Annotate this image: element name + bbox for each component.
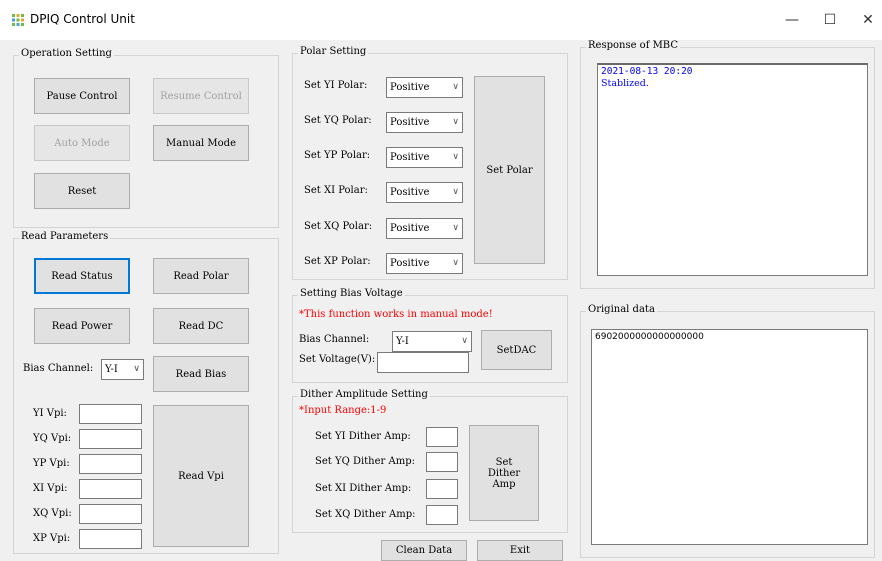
bias-channel-label: Bias Channel: [23, 363, 94, 374]
yp-polar-select[interactable]: Positive ∨ [386, 147, 463, 168]
auto-mode-button[interactable]: Auto Mode [34, 125, 130, 161]
yq-dither-amp-field[interactable] [426, 452, 458, 472]
xq-polar-value: Positive [390, 223, 430, 234]
response-message: Stablized. [601, 78, 649, 89]
set-voltage-field[interactable] [377, 352, 469, 373]
vpi-label-xi: XI Vpi: [33, 483, 68, 494]
manual-mode-button[interactable]: Manual Mode [153, 125, 249, 161]
yi-polar-value: Positive [390, 82, 430, 93]
yq-polar-value: Positive [390, 117, 430, 128]
read-parameters-title: Read Parameters [19, 231, 111, 242]
original-data-textarea[interactable]: 6902000000000000000 [591, 329, 868, 545]
read-bias-button[interactable]: Read Bias [153, 356, 249, 392]
app-icon [12, 14, 24, 26]
polar-label-xi: Set XI Polar: [304, 185, 368, 196]
chevron-down-icon: ∨ [452, 223, 459, 233]
vpi-label-yp: YP Vpi: [33, 458, 70, 469]
chevron-down-icon: ∨ [461, 336, 468, 346]
chevron-down-icon: ∨ [452, 258, 459, 268]
maximize-icon[interactable]: ☐ [820, 10, 840, 30]
xq-vpi-field[interactable] [79, 504, 142, 524]
chevron-down-icon: ∨ [452, 117, 459, 127]
set-voltage-label: Set Voltage(V): [299, 354, 376, 365]
xi-vpi-field[interactable] [79, 479, 142, 499]
set-polar-button[interactable]: Set Polar [474, 76, 545, 264]
yp-vpi-field[interactable] [79, 454, 142, 474]
read-bias-channel-select[interactable]: Y-I ∨ [101, 359, 144, 380]
original-data-title: Original data [586, 304, 657, 315]
bias-channel-value: Y-I [396, 336, 409, 347]
chevron-down-icon: ∨ [452, 152, 459, 162]
read-dc-button[interactable]: Read DC [153, 308, 249, 344]
dither-label-yi: Set YI Dither Amp: [315, 431, 411, 442]
bias-channel-label: Bias Channel: [299, 334, 370, 345]
title-bar: DPIQ Control Unit — ☐ ✕ [0, 0, 882, 40]
operation-setting-title: Operation Setting [19, 48, 114, 59]
xq-polar-select[interactable]: Positive ∨ [386, 218, 463, 239]
pause-control-button[interactable]: Pause Control [34, 78, 130, 114]
read-vpi-button[interactable]: Read Vpi [153, 405, 249, 547]
response-title: Response of MBC [586, 40, 680, 51]
chevron-down-icon: ∨ [452, 187, 459, 197]
bias-channel-select[interactable]: Y-I ∨ [392, 331, 472, 352]
exit-button[interactable]: Exit [477, 540, 563, 561]
dither-range-note: *Input Range:1-9 [299, 405, 387, 416]
polar-label-yq: Set YQ Polar: [304, 115, 372, 126]
clean-data-button[interactable]: Clean Data [381, 540, 467, 561]
original-data-value: 6902000000000000000 [595, 332, 704, 342]
window-title: DPIQ Control Unit [30, 12, 135, 26]
response-timestamp: 2021-08-13 20:20 [601, 66, 693, 77]
chevron-down-icon: ∨ [452, 82, 459, 92]
vpi-label-xq: XQ Vpi: [33, 508, 72, 519]
xp-polar-select[interactable]: Positive ∨ [386, 253, 463, 274]
xi-dither-amp-field[interactable] [426, 479, 458, 499]
vpi-label-xp: XP Vpi: [33, 533, 71, 544]
xi-polar-select[interactable]: Positive ∨ [386, 182, 463, 203]
xp-vpi-field[interactable] [79, 529, 142, 549]
reset-button[interactable]: Reset [34, 173, 130, 209]
read-status-button[interactable]: Read Status [34, 258, 130, 294]
xp-polar-value: Positive [390, 258, 430, 269]
set-dac-button[interactable]: SetDAC [481, 330, 552, 370]
yi-dither-amp-field[interactable] [426, 427, 458, 447]
dither-label-yq: Set YQ Dither Amp: [315, 456, 415, 467]
yi-polar-select[interactable]: Positive ∨ [386, 77, 463, 98]
yq-polar-select[interactable]: Positive ∨ [386, 112, 463, 133]
polar-label-xp: Set XP Polar: [304, 256, 371, 267]
dither-label-xi: Set XI Dither Amp: [315, 483, 412, 494]
response-log[interactable]: 2021-08-13 20:20 Stablized. [597, 63, 868, 276]
read-polar-button[interactable]: Read Polar [153, 258, 249, 294]
yi-vpi-field[interactable] [79, 404, 142, 424]
xi-polar-value: Positive [390, 187, 430, 198]
vpi-label-yi: YI Vpi: [33, 408, 67, 419]
minimize-icon[interactable]: — [782, 10, 802, 30]
resume-control-button[interactable]: Resume Control [153, 78, 249, 114]
bias-voltage-title: Setting Bias Voltage [298, 288, 405, 299]
polar-setting-title: Polar Setting [298, 46, 369, 57]
polar-label-xq: Set XQ Polar: [304, 221, 373, 232]
xq-dither-amp-field[interactable] [426, 505, 458, 525]
bias-warning-note: *This function works in manual mode! [299, 309, 493, 320]
dither-label-xq: Set XQ Dither Amp: [315, 509, 416, 520]
yp-polar-value: Positive [390, 152, 430, 163]
close-icon[interactable]: ✕ [858, 10, 878, 30]
chevron-down-icon: ∨ [133, 364, 140, 374]
vpi-label-yq: YQ Vpi: [33, 433, 72, 444]
dither-amplitude-title: Dither Amplitude Setting [298, 389, 430, 400]
read-bias-channel-value: Y-I [105, 364, 118, 375]
read-power-button[interactable]: Read Power [34, 308, 130, 344]
yq-vpi-field[interactable] [79, 429, 142, 449]
polar-label-yp: Set YP Polar: [304, 150, 371, 161]
set-dither-amp-button[interactable]: Set Dither Amp [469, 425, 539, 521]
polar-label-yi: Set YI Polar: [304, 80, 368, 91]
